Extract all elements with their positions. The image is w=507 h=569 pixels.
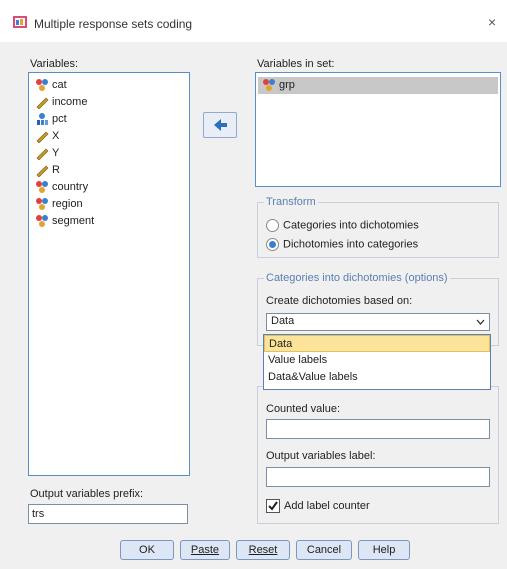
radio-label: Dichotomies into categories <box>283 238 419 251</box>
scale-icon <box>36 148 49 161</box>
checkbox-label: Add label counter <box>284 499 370 512</box>
item-label: X <box>52 130 60 142</box>
reset-button[interactable]: Reset <box>236 540 290 560</box>
checkbox[interactable] <box>266 499 280 513</box>
variable-item-y[interactable]: Y <box>35 145 59 162</box>
radio-label: Categories into dichotomies <box>283 219 419 232</box>
prefix-label: Output variables prefix: <box>30 488 144 500</box>
item-label: region <box>52 198 83 210</box>
set-label: Variables in set: <box>257 58 335 70</box>
add-label-counter-checkbox[interactable]: Add label counter <box>266 499 370 513</box>
transform-title: Transform <box>264 196 318 208</box>
radio-categories-into-dichotomies[interactable]: Categories into dichotomies <box>266 219 419 232</box>
item-label: pct <box>52 113 67 125</box>
dropdown-option[interactable]: Data <box>264 335 490 352</box>
arrow-left-icon <box>214 119 227 131</box>
paste-button[interactable]: Paste <box>180 540 230 560</box>
cancel-button[interactable]: Cancel <box>296 540 352 560</box>
options-title: Categories into dichotomies (options) <box>264 272 450 284</box>
variable-item-r[interactable]: R <box>35 162 60 179</box>
title-bar: Multiple response sets coding × <box>0 0 507 42</box>
nominal-icon <box>36 198 48 211</box>
chevron-down-icon <box>476 319 485 325</box>
prefix-value: trs <box>32 508 45 520</box>
radio-button-checked[interactable] <box>266 238 279 251</box>
prefix-field[interactable]: trs <box>28 504 188 524</box>
nominal-icon <box>263 79 275 92</box>
dichotomy-basis-select[interactable]: Data <box>266 313 490 331</box>
item-label: country <box>52 181 89 193</box>
move-button[interactable] <box>203 112 237 138</box>
variable-item-pct[interactable]: pct <box>35 111 67 128</box>
item-label: Y <box>52 147 60 159</box>
counted-value-label: Counted value: <box>266 403 340 415</box>
create-dichotomies-label: Create dichotomies based on: <box>266 295 413 307</box>
nominal-icon <box>36 181 48 194</box>
item-label: cat <box>52 79 67 91</box>
scale-icon <box>36 131 49 144</box>
variable-item-region[interactable]: region <box>35 196 83 213</box>
ok-button[interactable]: OK <box>120 540 174 560</box>
help-button[interactable]: Help <box>358 540 410 560</box>
variable-item-country[interactable]: country <box>35 179 88 196</box>
output-options-group: Counted value: Output variables label: A… <box>257 386 499 524</box>
variable-item-cat[interactable]: cat <box>35 77 67 94</box>
scale-icon <box>36 97 49 110</box>
close-icon[interactable]: × <box>488 14 496 30</box>
transform-group: Transform Categories into dichotomies Di… <box>257 196 499 258</box>
set-listbox[interactable]: grp <box>255 72 501 187</box>
app-icon <box>13 16 27 28</box>
check-icon <box>268 501 278 511</box>
nominal-icon <box>36 79 48 92</box>
nominal-icon <box>36 215 48 228</box>
dropdown-option[interactable]: Data&Value labels <box>264 369 490 386</box>
scale-icon <box>36 165 49 178</box>
window-title: Multiple response sets coding <box>34 17 193 31</box>
item-label: segment <box>52 215 95 227</box>
variable-item-x[interactable]: X <box>35 128 59 145</box>
dropdown-option[interactable]: Value labels <box>264 352 490 369</box>
item-label: income <box>52 96 88 108</box>
output-variables-label-label: Output variables label: <box>266 450 376 462</box>
select-value: Data <box>271 315 295 327</box>
item-label: R <box>52 164 60 176</box>
item-label: grp <box>279 79 295 91</box>
dichotomy-basis-dropdown-list[interactable]: Data Value labels Data&Value labels <box>263 334 491 390</box>
radio-button[interactable] <box>266 219 279 232</box>
output-variables-label-field[interactable] <box>266 467 490 487</box>
set-item-grp[interactable]: grp <box>258 77 498 94</box>
radio-dichotomies-into-categories[interactable]: Dichotomies into categories <box>266 238 418 251</box>
counted-value-field[interactable] <box>266 419 490 439</box>
variable-item-income[interactable]: income <box>35 94 87 111</box>
ordinal-icon <box>37 113 48 126</box>
variables-label: Variables: <box>30 58 79 70</box>
variables-listbox[interactable]: cat income pct X Y Rcountry region segment <box>28 72 190 476</box>
variable-item-segment[interactable]: segment <box>35 213 94 230</box>
